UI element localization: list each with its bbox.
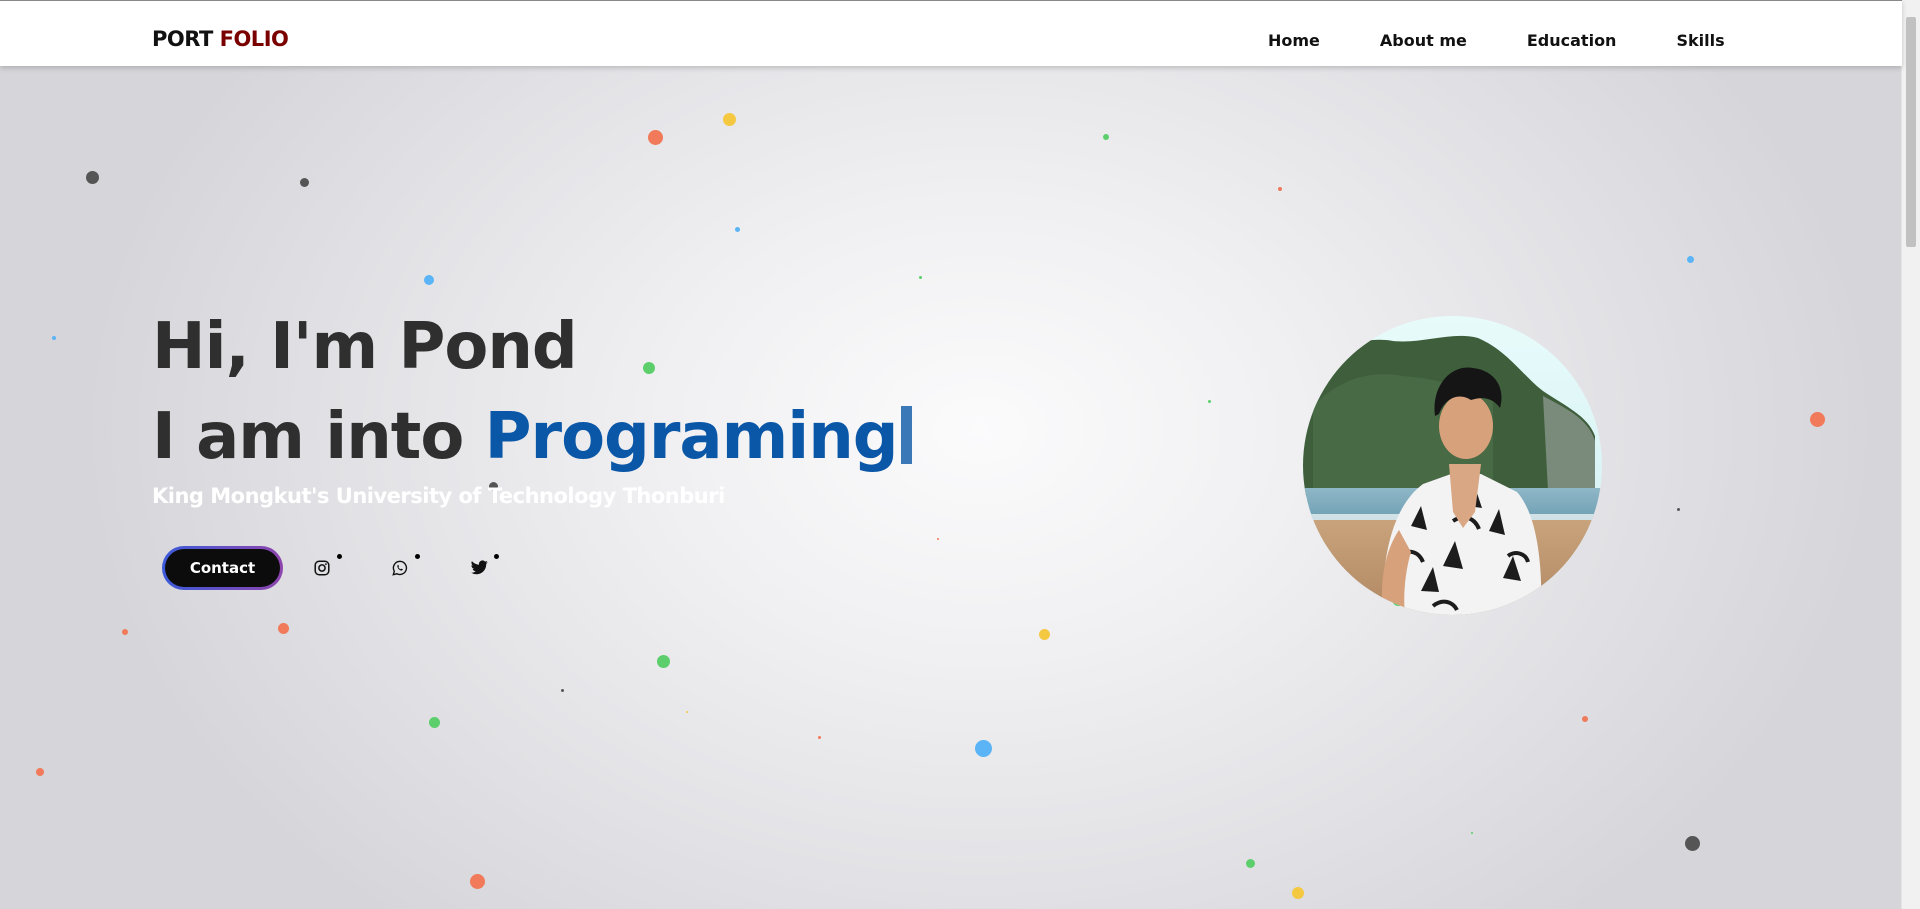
twitter-link[interactable] bbox=[467, 554, 499, 582]
typed-word: Programing bbox=[484, 400, 899, 474]
nav-link-skills[interactable]: Skills bbox=[1676, 31, 1724, 50]
confetti-dot bbox=[278, 623, 289, 634]
hero-line2-prefix: I am into bbox=[152, 400, 464, 474]
confetti-dot bbox=[1687, 256, 1694, 263]
confetti-dot bbox=[1246, 859, 1255, 868]
notification-dot bbox=[337, 554, 342, 559]
page: PORT FOLIO Home About me Education Skill… bbox=[0, 0, 1920, 909]
whatsapp-link[interactable] bbox=[388, 554, 420, 582]
nav-link-education[interactable]: Education bbox=[1527, 31, 1617, 50]
confetti-dot bbox=[723, 113, 736, 126]
confetti-dot bbox=[919, 276, 922, 279]
notification-dot bbox=[494, 554, 499, 559]
hero-greeting: Hi, I'm Pond bbox=[152, 310, 578, 384]
confetti-dot bbox=[1208, 400, 1211, 403]
confetti-dot bbox=[735, 227, 740, 232]
confetti-dot bbox=[1039, 629, 1050, 640]
nav-link-home[interactable]: Home bbox=[1268, 31, 1320, 50]
confetti-dot bbox=[36, 768, 44, 776]
nav-links: Home About me Education Skills bbox=[1268, 31, 1725, 50]
typing-cursor bbox=[900, 406, 912, 464]
confetti-dot bbox=[122, 629, 128, 635]
hero-typed-line: I am into Programing bbox=[152, 400, 912, 474]
confetti-dot bbox=[975, 740, 992, 757]
confetti-dot bbox=[1685, 836, 1700, 851]
contact-button[interactable]: Contact bbox=[162, 546, 283, 590]
profile-photo bbox=[1303, 316, 1602, 615]
instagram-link[interactable] bbox=[310, 554, 342, 582]
confetti-dot bbox=[1471, 832, 1473, 834]
confetti-dot bbox=[657, 655, 670, 668]
confetti-dot bbox=[1582, 716, 1588, 722]
confetti-dot bbox=[643, 362, 655, 374]
confetti-dot bbox=[648, 130, 663, 145]
confetti-dot bbox=[1103, 134, 1109, 140]
confetti-dot bbox=[300, 178, 309, 187]
vertical-scrollbar[interactable] bbox=[1901, 0, 1920, 909]
confetti-dot bbox=[561, 689, 564, 692]
confetti-dot bbox=[429, 717, 440, 728]
navbar: PORT FOLIO Home About me Education Skill… bbox=[0, 0, 1902, 66]
confetti-dot bbox=[1677, 508, 1680, 511]
whatsapp-icon bbox=[392, 560, 408, 581]
nav-link-about-me[interactable]: About me bbox=[1380, 31, 1467, 50]
scrollbar-thumb[interactable] bbox=[1906, 17, 1916, 247]
confetti-dot bbox=[1292, 887, 1304, 899]
confetti-dot bbox=[818, 736, 821, 739]
university-subtitle: King Mongkut's University of Technology … bbox=[152, 484, 725, 508]
instagram-icon bbox=[314, 559, 330, 581]
logo-part-port: PORT bbox=[152, 27, 213, 51]
logo-part-folio: FOLIO bbox=[219, 27, 289, 51]
confetti-dot bbox=[86, 171, 99, 184]
confetti-dot bbox=[470, 874, 485, 889]
notification-dot bbox=[415, 554, 420, 559]
confetti-dot bbox=[52, 336, 56, 340]
twitter-icon bbox=[470, 560, 488, 580]
confetti-dot bbox=[424, 275, 434, 285]
confetti-dot bbox=[686, 711, 688, 713]
logo[interactable]: PORT FOLIO bbox=[152, 27, 289, 51]
confetti-dot bbox=[937, 538, 939, 540]
confetti-dot bbox=[1810, 412, 1825, 427]
confetti-dot bbox=[1278, 187, 1282, 191]
